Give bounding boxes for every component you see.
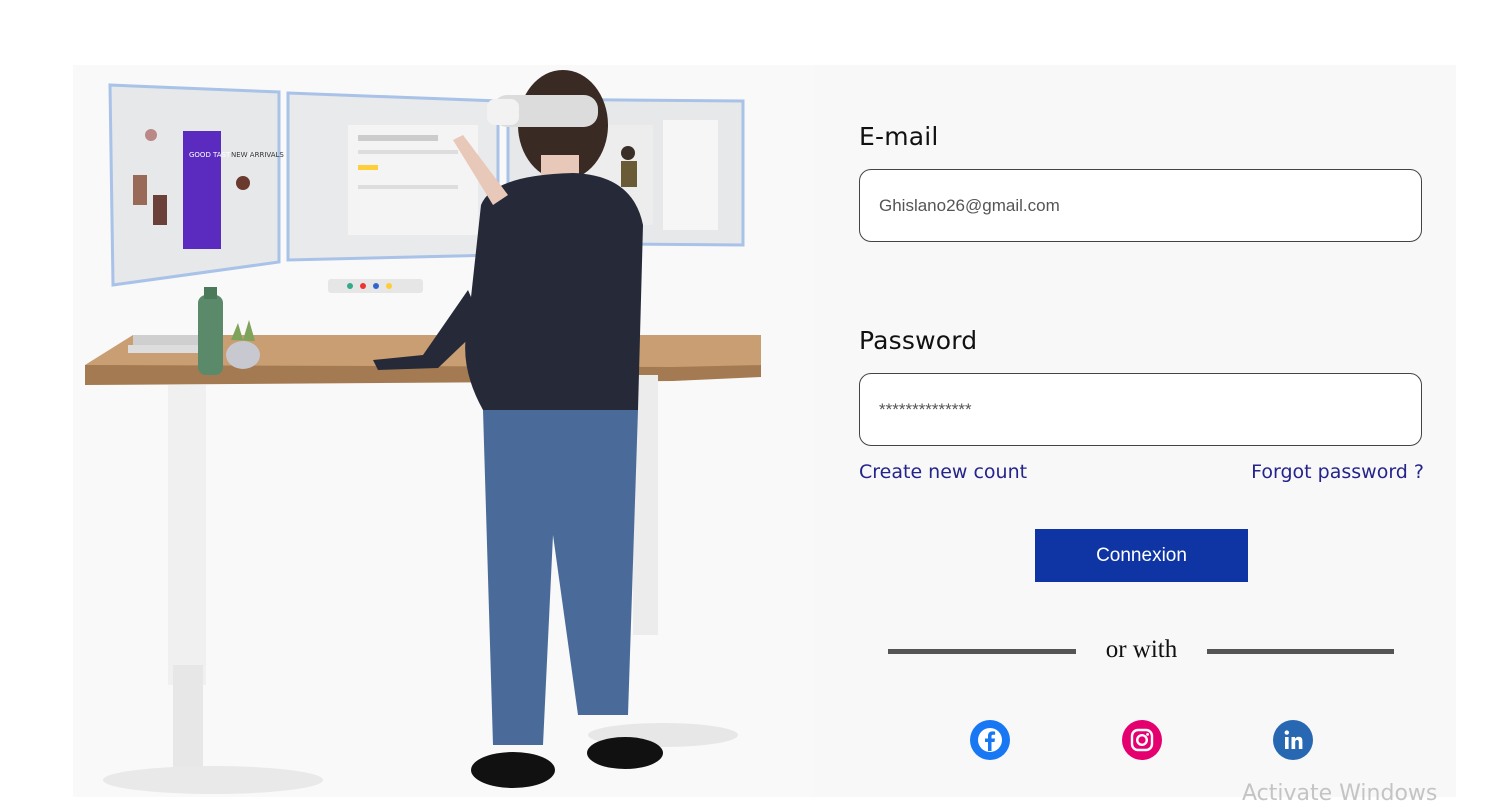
separator-line-right xyxy=(1207,649,1394,654)
instagram-icon[interactable] xyxy=(1122,720,1162,760)
linkedin-icon[interactable] xyxy=(1273,720,1313,760)
screen-text-2: NEW ARRIVALS xyxy=(231,151,284,159)
password-label: Password xyxy=(859,326,978,355)
email-field[interactable] xyxy=(859,169,1422,242)
password-field[interactable] xyxy=(859,373,1422,446)
connexion-button[interactable]: Connexion xyxy=(1035,529,1248,582)
email-label: E-mail xyxy=(859,122,939,151)
create-account-link[interactable]: Create new count xyxy=(859,461,1027,483)
login-panel: E-mail Password Create new count Forgot … xyxy=(815,65,1456,797)
virtual-screens: GOOD TASTE CLUB NEW ARRIVALS xyxy=(108,83,745,293)
facebook-icon[interactable] xyxy=(970,720,1010,760)
forgot-password-link[interactable]: Forgot password ? xyxy=(1251,461,1424,483)
activate-windows-watermark: Activate Windows xyxy=(1242,781,1438,806)
hero-illustration: GOOD TASTE CLUB NEW ARRIVALS xyxy=(73,65,815,797)
